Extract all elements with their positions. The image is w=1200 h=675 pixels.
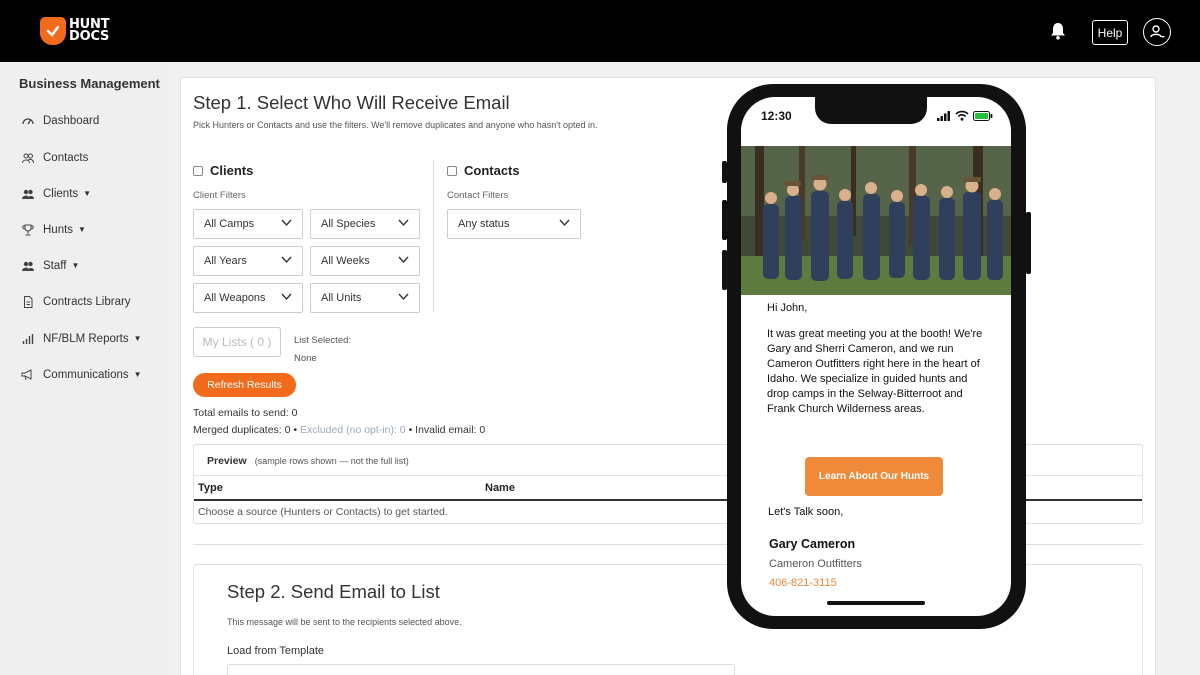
total-emails: Total emails to send: 0 xyxy=(193,407,298,419)
phone-button xyxy=(722,161,727,183)
weapons-select[interactable]: All Weapons xyxy=(193,283,303,313)
preview-empty-message: Choose a source (Hunters or Contacts) to… xyxy=(198,506,448,518)
sidebar-item-contracts-library[interactable]: Contracts Library xyxy=(21,295,131,308)
step1-subtitle: Pick Hunters or Contacts and use the fil… xyxy=(193,120,598,130)
caret-down-icon: ▼ xyxy=(133,334,142,343)
email-closing: Let's Talk soon, xyxy=(768,506,844,518)
chevron-down-icon xyxy=(398,256,409,264)
sidebar-title: Business Management xyxy=(19,76,160,91)
column-header-type[interactable]: Type xyxy=(198,482,223,494)
phone-button xyxy=(722,250,727,290)
phone-notch xyxy=(815,97,927,124)
list-selected-value: None xyxy=(294,353,317,364)
contact-filters-label: Contact Filters xyxy=(447,190,509,201)
sidebar-item-dashboard[interactable]: Dashboard xyxy=(21,114,99,127)
excluded-count: Excluded (no opt-in): 0 xyxy=(300,424,406,436)
species-select[interactable]: All Species xyxy=(310,209,420,239)
sidebar-item-nf-blm-reports[interactable]: NF/BLM Reports ▼ xyxy=(21,332,142,345)
my-lists-button[interactable]: My Lists ( 0 ) xyxy=(193,327,281,357)
caret-down-icon: ▼ xyxy=(133,370,142,379)
phone-button xyxy=(722,200,727,240)
document-icon xyxy=(21,295,34,308)
weeks-select[interactable]: All Weeks xyxy=(310,246,420,276)
staff-icon xyxy=(21,259,34,272)
sidebar: Business Management Dashboard Contacts C… xyxy=(0,62,168,675)
signal-icon xyxy=(937,110,950,121)
units-select[interactable]: All Units xyxy=(310,283,420,313)
logo-text: HUNT DOCS xyxy=(69,17,110,44)
filters-divider xyxy=(433,160,434,312)
chevron-down-icon xyxy=(398,219,409,227)
list-selected-label: List Selected: xyxy=(294,335,352,346)
signature-company: Cameron Outfitters xyxy=(769,558,862,570)
camps-select[interactable]: All Camps xyxy=(193,209,303,239)
merge-summary: Merged duplicates: 0 • Excluded (no opt-… xyxy=(193,424,486,436)
user-icon xyxy=(1150,25,1165,38)
client-filters-label: Client Filters xyxy=(193,190,246,201)
phone-preview: 12:30 Hi John, It was great meeting you … xyxy=(722,84,1031,629)
contact-status-select[interactable]: Any status xyxy=(447,209,581,239)
caret-down-icon: ▼ xyxy=(78,225,86,234)
caret-down-icon: ▼ xyxy=(71,261,80,270)
column-header-name[interactable]: Name xyxy=(485,482,515,494)
clients-icon xyxy=(21,187,34,200)
preview-header: Preview (sample rows shown — not the full… xyxy=(207,455,409,467)
contacts-checkbox-row[interactable]: Contacts xyxy=(447,163,520,178)
step2-subtitle: This message will be sent to the recipie… xyxy=(227,617,462,627)
megaphone-icon xyxy=(21,368,34,381)
wifi-icon xyxy=(955,110,969,121)
signature-phone[interactable]: 406-821-3115 xyxy=(769,577,837,589)
chevron-down-icon xyxy=(398,293,409,301)
status-icons xyxy=(937,110,993,121)
help-button[interactable]: Help xyxy=(1092,20,1128,45)
phone-button xyxy=(1026,212,1031,274)
load-template-select[interactable] xyxy=(227,664,735,675)
email-greeting: Hi John, xyxy=(767,302,808,314)
battery-icon xyxy=(973,110,993,121)
top-bar: HUNT DOCS Help xyxy=(0,0,1200,62)
family-photo xyxy=(741,146,1011,295)
chevron-down-icon xyxy=(281,219,292,227)
sidebar-item-hunts[interactable]: Hunts ▼ xyxy=(21,223,86,236)
sidebar-item-clients[interactable]: Clients ▼ xyxy=(21,187,91,200)
clients-checkbox[interactable] xyxy=(193,165,203,176)
email-body: It was great meeting you at the booth! W… xyxy=(767,328,983,415)
trophy-icon xyxy=(21,223,34,236)
bell-icon[interactable] xyxy=(1050,22,1066,45)
chevron-down-icon xyxy=(281,256,292,264)
chevron-down-icon xyxy=(559,219,570,227)
invalid-email-count: Invalid email: 0 xyxy=(415,424,486,436)
contacts-checkbox[interactable] xyxy=(447,165,457,176)
phone-screen: 12:30 Hi John, It was great meeting you … xyxy=(741,97,1011,616)
merged-duplicates: Merged duplicates: 0 xyxy=(193,424,291,436)
shield-check-icon xyxy=(40,17,66,45)
caret-down-icon: ▼ xyxy=(83,189,92,198)
step1-title: Step 1. Select Who Will Receive Email xyxy=(193,92,510,113)
sidebar-item-communications[interactable]: Communications ▼ xyxy=(21,368,142,381)
sidebar-item-contacts[interactable]: Contacts xyxy=(21,151,88,164)
bar-chart-icon xyxy=(21,332,34,345)
chevron-down-icon xyxy=(281,293,292,301)
hunt-docs-logo[interactable]: HUNT DOCS xyxy=(40,17,110,45)
signature-name: Gary Cameron xyxy=(769,537,856,551)
learn-about-hunts-button[interactable]: Learn About Our Hunts xyxy=(805,457,943,496)
dashboard-icon xyxy=(21,114,34,127)
status-time: 12:30 xyxy=(761,109,792,123)
years-select[interactable]: All Years xyxy=(193,246,303,276)
load-template-label: Load from Template xyxy=(227,645,325,657)
step2-title: Step 2. Send Email to List xyxy=(227,581,440,602)
contacts-icon xyxy=(21,151,34,164)
clients-checkbox-row[interactable]: Clients xyxy=(193,163,253,178)
sidebar-item-staff[interactable]: Staff ▼ xyxy=(21,259,79,272)
user-avatar[interactable] xyxy=(1143,18,1171,46)
refresh-results-button[interactable]: Refresh Results xyxy=(193,373,296,397)
home-indicator xyxy=(827,601,925,605)
